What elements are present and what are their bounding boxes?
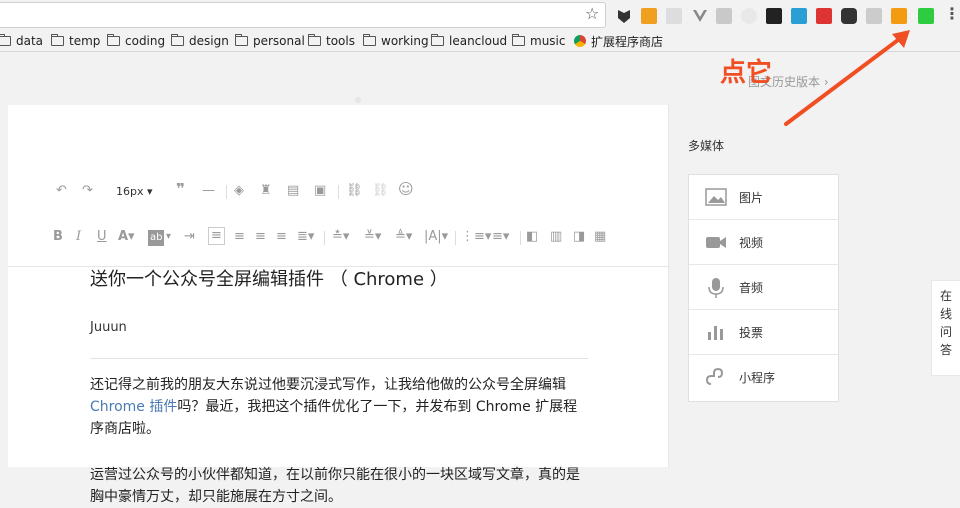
author-divider (90, 358, 588, 359)
handle-dot (355, 97, 361, 103)
article-title[interactable]: 送你一个公众号全屏编辑插件 （ Chrome ） (90, 265, 448, 291)
miniprogram-icon (705, 367, 727, 386)
article-author[interactable]: Juuun (90, 320, 127, 335)
toolbar-separator (520, 231, 521, 245)
toolbar-separator (324, 231, 325, 245)
vote-chart-icon (705, 323, 727, 341)
bookmark-folder[interactable]: coding (107, 33, 165, 49)
article-paragraph[interactable]: 运营过公众号的小伙伴都知道，在以前你只能在很小的一块区域写文章，真的是胸中豪情万… (90, 464, 590, 508)
ordered-list-icon[interactable]: ⋮≡▾ (461, 229, 491, 245)
link-icon[interactable]: ⛓ (346, 183, 363, 199)
bold-icon[interactable]: B (53, 229, 63, 245)
eraser-icon[interactable]: ◈ (234, 183, 244, 199)
bookmark-extension-icon[interactable] (641, 8, 657, 24)
spacing-after-icon[interactable]: ≚▾ (364, 229, 381, 245)
insert-video-button[interactable]: 视频 (689, 220, 838, 265)
folder-icon (107, 34, 120, 46)
folder-icon (51, 34, 64, 46)
folder-icon (308, 34, 321, 46)
toolbar-separator (455, 231, 456, 245)
undo-icon[interactable]: ↶ (56, 183, 67, 199)
folder-icon (363, 34, 376, 46)
menu-icon[interactable]: ⋮ (944, 5, 960, 23)
bookmark-webstore[interactable]: 扩展程序商店 (574, 33, 663, 49)
folder-icon (431, 34, 444, 46)
line-height-icon[interactable]: ≜▾ (395, 229, 412, 245)
unordered-list-icon[interactable]: ≡▾ (492, 229, 509, 245)
vue-extension-icon[interactable] (692, 8, 708, 24)
align-left-icon[interactable]: ≡ (208, 227, 225, 245)
spacing-before-icon[interactable]: ≛▾ (332, 229, 349, 245)
align-justify-icon[interactable]: ≡ (276, 229, 287, 245)
float-none-icon[interactable]: ▥ (550, 229, 562, 245)
background-color-dropdown[interactable]: ▾ (166, 229, 171, 245)
bookmark-folder[interactable]: personal (235, 33, 305, 49)
online-qa-tab[interactable]: 在 线 问 答 (931, 280, 960, 376)
bookmark-folder[interactable]: data (0, 33, 43, 49)
bookmark-folder[interactable]: working (363, 33, 429, 49)
float-center-icon[interactable]: ▦ (594, 229, 606, 245)
insert-audio-button[interactable]: 音频 (689, 265, 838, 310)
indent-icon[interactable]: ⇥ (184, 229, 195, 245)
folder-icon (171, 34, 184, 46)
article-paragraph[interactable]: 还记得之前我的朋友大东说过他要沉浸式写作，让我给他做的公众号全屏编辑 Chrom… (90, 374, 590, 440)
redo-icon[interactable]: ↷ (82, 183, 93, 199)
fullscreen-extension-icon[interactable] (918, 8, 934, 24)
bookmark-folder[interactable]: tools (308, 33, 355, 49)
align-center-icon[interactable]: ≡ (234, 229, 245, 245)
bookmark-folder[interactable]: design (171, 33, 229, 49)
align-right-icon[interactable]: ≡ (255, 229, 266, 245)
indent-dropdown-icon[interactable]: ≣▾ (297, 229, 314, 245)
insert-miniprogram-button[interactable]: 小程序 (689, 355, 838, 400)
media-panel: 图片 视频 音频 投票 小程序 (688, 174, 839, 402)
bookmark-folder[interactable]: temp (51, 33, 100, 49)
media-section-title: 多媒体 (688, 139, 725, 153)
folder-icon (0, 34, 11, 46)
shield-extension-icon[interactable] (616, 8, 632, 24)
annotation-arrow (784, 30, 910, 126)
letter-spacing-icon[interactable]: |A|▾ (424, 229, 448, 245)
grey-extension-icon[interactable] (666, 8, 682, 24)
format-brush-icon[interactable]: ♜ (260, 183, 272, 199)
blockquote-icon[interactable]: ❞ (176, 181, 185, 197)
emoji-icon[interactable]: ☺ (398, 181, 414, 197)
toolbar-separator (338, 185, 339, 199)
chrome-plugin-link[interactable]: Chrome 插件 (90, 399, 177, 415)
italic-icon[interactable]: I (76, 229, 81, 245)
font-size-select[interactable]: 16px ▾ (116, 184, 153, 200)
bookmark-star-icon[interactable]: ☆ (585, 6, 599, 22)
underline-icon[interactable]: U (97, 229, 107, 245)
unlink-icon[interactable]: ⛓ (372, 183, 389, 199)
camera-extension-icon[interactable] (716, 8, 732, 24)
toolbar-separator (226, 185, 227, 199)
folder-icon (512, 34, 525, 46)
image-icon (705, 188, 727, 206)
microphone-icon (705, 278, 727, 298)
insert-template-icon[interactable]: ▤ (287, 183, 299, 199)
horizontal-rule-icon[interactable]: — (202, 183, 215, 199)
insert-vote-button[interactable]: 投票 (689, 310, 838, 355)
float-right-icon[interactable]: ◨ (573, 229, 585, 245)
video-icon (705, 233, 727, 251)
editor: ↶ ↷ 16px ▾ ❞ — ◈ ♜ ▤ ▣ ⛓ ⛓ ☺ B I U A▾ ab… (8, 105, 669, 505)
bookmark-folder[interactable]: music (512, 33, 565, 49)
address-bar[interactable] (0, 2, 606, 28)
bookmark-folder[interactable]: leancloud (431, 33, 507, 49)
font-color-icon[interactable]: A▾ (118, 229, 135, 245)
background-color-icon[interactable]: ab (148, 230, 165, 246)
insert-image-button[interactable]: 图片 (689, 175, 838, 220)
circle-extension-icon[interactable] (741, 8, 757, 24)
webstore-icon (574, 35, 586, 47)
annotation-label: 点它 (720, 58, 773, 88)
document-icon[interactable]: ▣ (314, 183, 326, 199)
folder-icon (235, 34, 248, 46)
float-left-icon[interactable]: ◧ (526, 229, 538, 245)
